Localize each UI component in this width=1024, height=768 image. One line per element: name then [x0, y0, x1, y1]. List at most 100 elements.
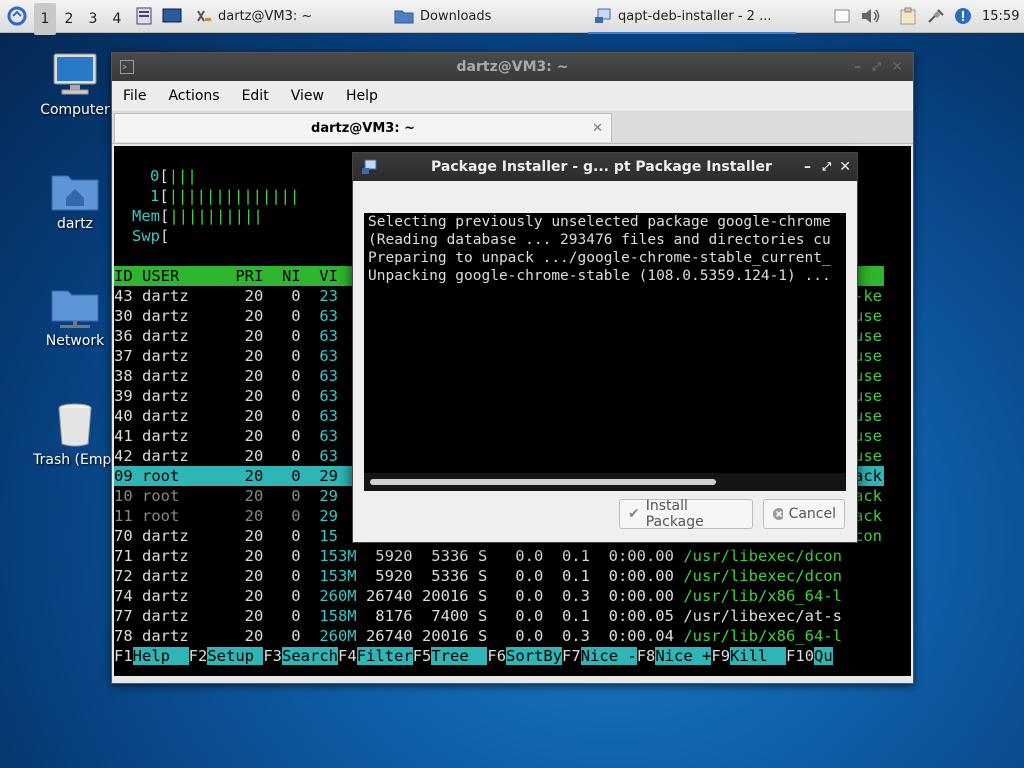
table-row[interactable]: 78 dartz 20 0 260M 26740 20016 S 0.0 0.3… [114, 626, 842, 646]
fkey-label: Tree [431, 647, 488, 665]
row-virt: 63 [319, 347, 338, 365]
desktop-icon-computer-label: Computer [40, 102, 110, 118]
fkey-f9[interactable]: F9Kill [711, 647, 787, 665]
dialog-close-icon[interactable]: ✕ [839, 159, 851, 175]
minimize-icon[interactable]: – [854, 59, 861, 75]
row-virt: 29 [319, 467, 338, 485]
desktop-icon-computer[interactable]: Computer [25, 52, 125, 118]
log-scrollbar-thumb[interactable] [370, 479, 716, 485]
workspace-2[interactable]: 2 [58, 3, 80, 35]
menu-edit[interactable]: Edit [231, 88, 280, 104]
meter-bracket: [ [160, 207, 170, 225]
desktop-icon-home[interactable]: dartz [25, 170, 125, 232]
task-downloads[interactable]: Downloads [388, 0, 497, 32]
menu-view[interactable]: View [280, 88, 335, 104]
clipboard-tray[interactable] [834, 0, 854, 32]
row-res: 5920 [356, 547, 413, 565]
table-row[interactable]: 77 dartz 20 0 158M 8176 7400 S 0.0 0.1 0… [114, 606, 842, 626]
fkey-f7[interactable]: F7Nice - [562, 647, 637, 665]
workspace-4[interactable]: 4 [106, 3, 128, 35]
log-line: Selecting previously unselected package … [368, 214, 831, 230]
menu-actions[interactable]: Actions [157, 88, 230, 104]
row-head: 39 dartz 20 0 [114, 387, 320, 405]
log-scrollbar[interactable] [364, 473, 846, 491]
close-icon[interactable]: ✕ [891, 59, 903, 75]
cancel-label: Cancel [788, 506, 836, 522]
row-cmd-tail: -ke [854, 287, 882, 305]
fkey-f6[interactable]: F6SortBy [487, 647, 563, 665]
dialog-minimize-icon[interactable]: – [804, 159, 811, 175]
log-line: (Reading database ... 293476 files and d… [368, 232, 831, 248]
network-tray[interactable] [926, 0, 948, 32]
row-head: 40 dartz 20 0 [114, 407, 320, 425]
fkey-key: F9 [711, 647, 731, 665]
desktop-icon-network[interactable]: Network [25, 287, 125, 349]
install-log[interactable]: Selecting previously unselected package … [364, 213, 846, 491]
fkey-f5[interactable]: F5Tree [413, 647, 488, 665]
row-cmd-tail: ack [854, 507, 882, 525]
cancel-button[interactable]: Cancel [763, 499, 845, 529]
volume-tray[interactable] [860, 0, 884, 32]
tab-terminal[interactable]: dartz@VM3: ~ ✕ [114, 113, 612, 142]
fkey-f2[interactable]: F2Setup [189, 647, 264, 665]
menu-file[interactable]: File [112, 88, 157, 104]
dialog-maximize-icon[interactable]: ⤢ [822, 160, 831, 174]
row-state: S [468, 607, 488, 625]
cpu0-meter: 0[||| [150, 166, 197, 186]
desktop-icon-trash[interactable]: Trash (Empt [25, 402, 125, 468]
row-cpu: 0.0 [487, 587, 544, 605]
row-cmd-tail: ack [854, 487, 882, 505]
row-virt: 260M [319, 587, 357, 605]
clock[interactable]: 15:59 [982, 0, 1019, 32]
row-cpu: 0.0 [487, 627, 544, 645]
workspace-1[interactable]: 1 [34, 3, 56, 35]
row-head: 71 dartz 20 0 [114, 547, 320, 565]
row-cmd-tail: use [854, 327, 882, 345]
task-terminal[interactable]: dartz@VM3: ~ [190, 0, 318, 32]
table-row[interactable]: 74 dartz 20 0 260M 26740 20016 S 0.0 0.3… [114, 586, 842, 606]
fkey-f4[interactable]: F4Filter [338, 647, 413, 665]
task-qapt-installer[interactable]: qapt-deb-installer - 2 ... [588, 0, 796, 34]
row-virt: 29 [319, 487, 338, 505]
row-mem: 0.1 [543, 567, 590, 585]
install-package-button[interactable]: ✔ Install Package [619, 498, 753, 530]
file-manager-launcher[interactable] [136, 0, 154, 32]
terminal-tabbar: dartz@VM3: ~ ✕ [112, 111, 913, 144]
app-menu-button[interactable] [4, 0, 30, 32]
clock-time: 15:59 [982, 8, 1020, 24]
table-row[interactable]: 71 dartz 20 0 153M 5920 5336 S 0.0 0.1 0… [114, 546, 842, 566]
install-package-label: Install Package [645, 498, 704, 530]
terminal-titlebar[interactable]: dartz@VM3: ~ – ⤢ ✕ [112, 53, 913, 81]
fkey-key: F5 [412, 647, 432, 665]
updates-tray[interactable] [954, 0, 974, 32]
row-head: 74 dartz 20 0 [114, 587, 320, 605]
computer-icon [53, 53, 97, 95]
terminal-icon [197, 10, 211, 22]
workspace-3[interactable]: 3 [82, 3, 104, 35]
clipboard-manager-tray[interactable] [900, 0, 920, 32]
dialog-titlebar[interactable]: Package Installer - g... pt Package Inst… [353, 153, 857, 181]
tab-close-icon[interactable]: ✕ [592, 121, 603, 136]
desktop-icon-trash-label: Trash (Empt [33, 452, 117, 468]
fkey-f3[interactable]: F3Search [263, 647, 339, 665]
meter-label: 1 [150, 187, 160, 205]
fkey-f1[interactable]: F1Help [114, 647, 189, 665]
clipboard-icon [900, 7, 916, 25]
row-cpu: 0.0 [487, 547, 544, 565]
row-virt: 63 [319, 387, 338, 405]
function-key-bar: F1Help F2Setup F3SearchF4FilterF5Tree F6… [114, 646, 833, 666]
row-head: 70 dartz 20 0 [114, 527, 320, 545]
maximize-icon[interactable]: ⤢ [872, 60, 881, 74]
row-virt: 158M [319, 607, 357, 625]
fkey-f10[interactable]: F10Qu [786, 647, 833, 665]
volume-icon [862, 9, 880, 23]
row-head: 38 dartz 20 0 [114, 367, 320, 385]
row-res: 26740 [356, 587, 413, 605]
row-time: 0:00.00 [589, 587, 674, 605]
fkey-f8[interactable]: F8Nice + [637, 647, 712, 665]
row-time: 0:00.00 [589, 547, 674, 565]
row-cmd-tail: use [854, 387, 882, 405]
table-row[interactable]: 72 dartz 20 0 153M 5920 5336 S 0.0 0.1 0… [114, 566, 842, 586]
show-desktop-button[interactable] [162, 0, 184, 32]
menu-help[interactable]: Help [335, 88, 389, 104]
